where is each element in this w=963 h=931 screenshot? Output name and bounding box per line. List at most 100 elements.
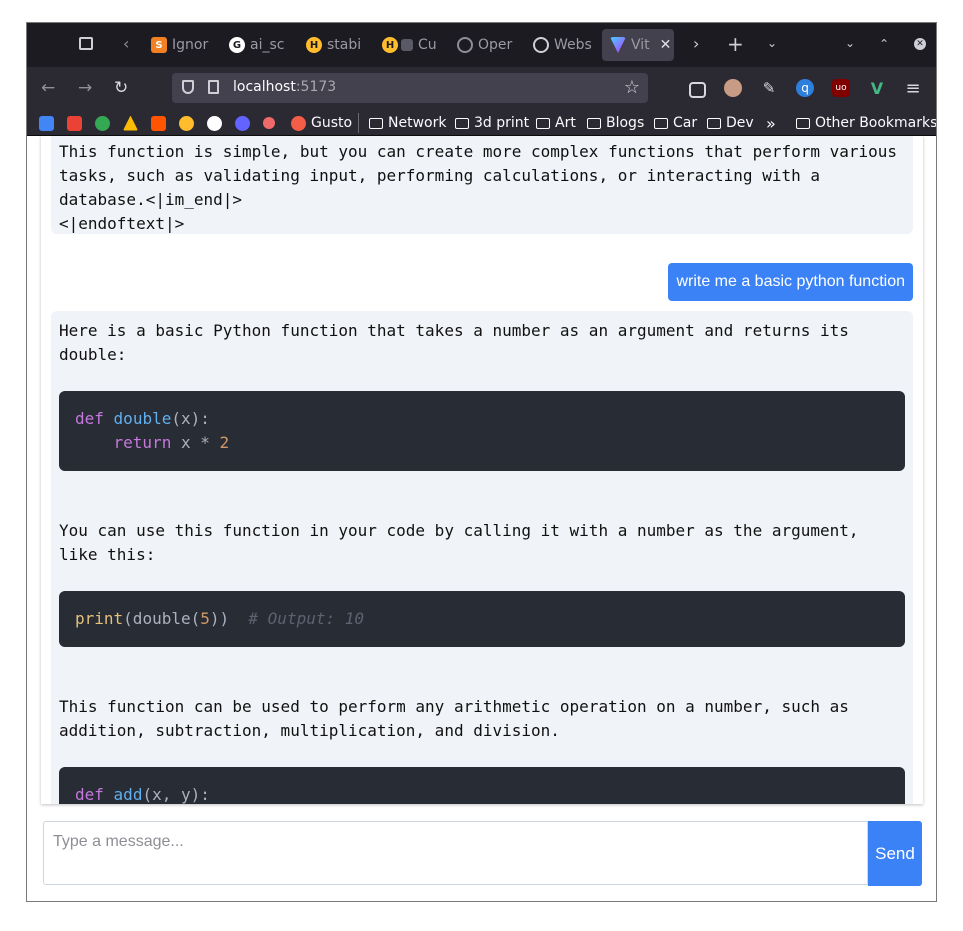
tab-5[interactable]: Oper	[457, 29, 517, 61]
bookmark-folder-art[interactable]: Art	[536, 114, 576, 132]
tab-title: Vit	[631, 37, 650, 53]
tab-active[interactable]: Vit ✕	[602, 29, 674, 61]
vue-devtools-icon[interactable]: V	[868, 79, 886, 98]
new-tab-icon[interactable]: +	[727, 34, 744, 54]
send-button[interactable]: Send	[868, 821, 922, 886]
bookmark-label: 3d print	[474, 115, 530, 131]
url-bar[interactable]: localhost:5173 ☆	[172, 73, 648, 103]
tab-title: Oper	[478, 37, 513, 53]
code-text: (double(	[123, 609, 201, 628]
bookmark-folder-car[interactable]: Car	[654, 114, 697, 132]
maximize-icon[interactable]: ⌄	[879, 36, 889, 50]
bookmark-folder-3d-print[interactable]: 3d print	[455, 114, 529, 132]
chat-history[interactable]: This function is simple, but you can cre…	[41, 136, 923, 804]
bookmark-star-icon[interactable]: ☆	[624, 77, 640, 98]
soundcloud-icon[interactable]	[151, 114, 166, 132]
drive-icon[interactable]	[123, 114, 138, 132]
bookmark-icon-1[interactable]	[39, 114, 54, 132]
page-content: This function is simple, but you can cre…	[27, 136, 936, 901]
github-icon: G	[229, 37, 245, 53]
openai-icon[interactable]	[207, 114, 222, 132]
bookmark-folder-network[interactable]: Network	[369, 114, 446, 132]
chart-icon	[401, 39, 413, 51]
message-composer: Send	[43, 821, 923, 887]
list-all-tabs-icon[interactable]: ⌄	[767, 37, 777, 49]
reload-icon[interactable]: ↻	[114, 79, 128, 97]
bookmark-label: Other Bookmarks	[815, 115, 937, 131]
tab-6[interactable]: Webs	[533, 29, 593, 61]
tab-3[interactable]: H stabil	[306, 29, 362, 61]
more-bookmarks-icon[interactable]: »	[766, 114, 776, 133]
close-window-icon[interactable]: ✕	[914, 38, 926, 50]
user-message: write me a basic python function	[668, 263, 913, 301]
code-comment: # Output: 10	[248, 609, 364, 628]
bookmark-label: Gusto	[311, 115, 353, 131]
code-block: print(double(5)) # Output: 10	[59, 591, 905, 647]
message-text: You can use this function in your code b…	[59, 521, 869, 564]
ublock-icon[interactable]: uo	[832, 79, 850, 97]
pocket-icon[interactable]	[689, 82, 706, 98]
tab-2[interactable]: G ai_sc	[229, 29, 289, 61]
huggingface-icon: H	[306, 37, 322, 53]
gusto-icon	[291, 115, 306, 131]
asana-icon[interactable]	[263, 114, 275, 132]
bookmark-label: Network	[388, 115, 447, 131]
url-port: :5173	[295, 79, 337, 95]
folder-icon	[654, 117, 668, 129]
folder-icon	[587, 117, 601, 129]
close-tab-icon[interactable]: ✕	[660, 37, 672, 53]
bookmarks-bar: Gusto Network 3d print Art Blogs Car Dev…	[27, 110, 936, 136]
code-function: double	[113, 409, 172, 428]
url-host: localhost	[233, 79, 296, 95]
mastodon-icon[interactable]	[235, 114, 250, 132]
message-input[interactable]	[43, 821, 868, 885]
code-block: def double(x): return x * 2	[59, 391, 905, 471]
code-text: ))	[209, 609, 230, 628]
nav-bar: ← → ↻ localhost:5173 ☆ ✎ q uo V ≡	[27, 67, 936, 110]
message-text: This function is simple, but you can cre…	[59, 142, 898, 233]
browser-window: ‹ S Ignor G ai_sc H stabil H Cu Oper Web…	[26, 22, 937, 902]
folder-icon	[707, 117, 721, 129]
bookmark-label: Art	[555, 115, 576, 131]
extension-blue-icon[interactable]: q	[796, 79, 814, 97]
tab-list-icon[interactable]	[79, 37, 93, 50]
bookmark-folder-other[interactable]: Other Bookmarks	[796, 114, 937, 132]
tab-4[interactable]: H Cu	[382, 29, 438, 61]
scroll-left-icon[interactable]: ‹	[123, 36, 129, 52]
folder-icon	[455, 117, 469, 129]
code-text: (x):	[171, 409, 210, 428]
folder-icon	[796, 117, 810, 129]
huggingface-icon[interactable]	[179, 114, 194, 132]
url-text[interactable]: localhost:5173	[233, 79, 336, 95]
gmail-icon[interactable]	[67, 114, 82, 132]
tab-1[interactable]: S Ignor	[151, 29, 211, 61]
minimize-icon[interactable]: ⌄	[845, 37, 855, 49]
code-builtin: print	[75, 609, 124, 628]
menu-icon[interactable]: ≡	[904, 78, 922, 99]
bookmark-icon-3[interactable]	[95, 114, 110, 132]
code-number: 2	[219, 433, 230, 452]
avatar[interactable]	[724, 79, 742, 97]
bookmark-folder-dev[interactable]: Dev	[707, 114, 754, 132]
message-text: This function can be used to perform any…	[59, 697, 859, 740]
bookmark-label: Car	[673, 115, 698, 131]
bookmark-gusto[interactable]: Gusto	[291, 114, 352, 132]
tab-title: Webs	[554, 37, 592, 53]
tab-title: Cu	[418, 37, 437, 53]
tab-strip: ‹ S Ignor G ai_sc H stabil H Cu Oper Web…	[27, 23, 936, 67]
back-icon[interactable]: ←	[41, 79, 55, 97]
vite-icon	[610, 37, 626, 53]
tab-title: Ignor	[172, 37, 209, 53]
forward-icon[interactable]: →	[78, 79, 92, 97]
bookmark-label: Blogs	[606, 115, 645, 131]
bookmark-folder-blogs[interactable]: Blogs	[587, 114, 644, 132]
page-icon[interactable]	[208, 80, 219, 94]
extensions-icon[interactable]: ✎	[760, 79, 778, 97]
code-keyword: def	[75, 409, 104, 428]
code-keyword: return	[113, 433, 172, 452]
code-text: x *	[171, 433, 220, 452]
code-text: (x, y):	[142, 785, 210, 804]
shield-icon[interactable]	[182, 80, 194, 94]
scroll-right-icon[interactable]: ›	[693, 36, 699, 52]
tab-title: stabil	[327, 37, 362, 53]
